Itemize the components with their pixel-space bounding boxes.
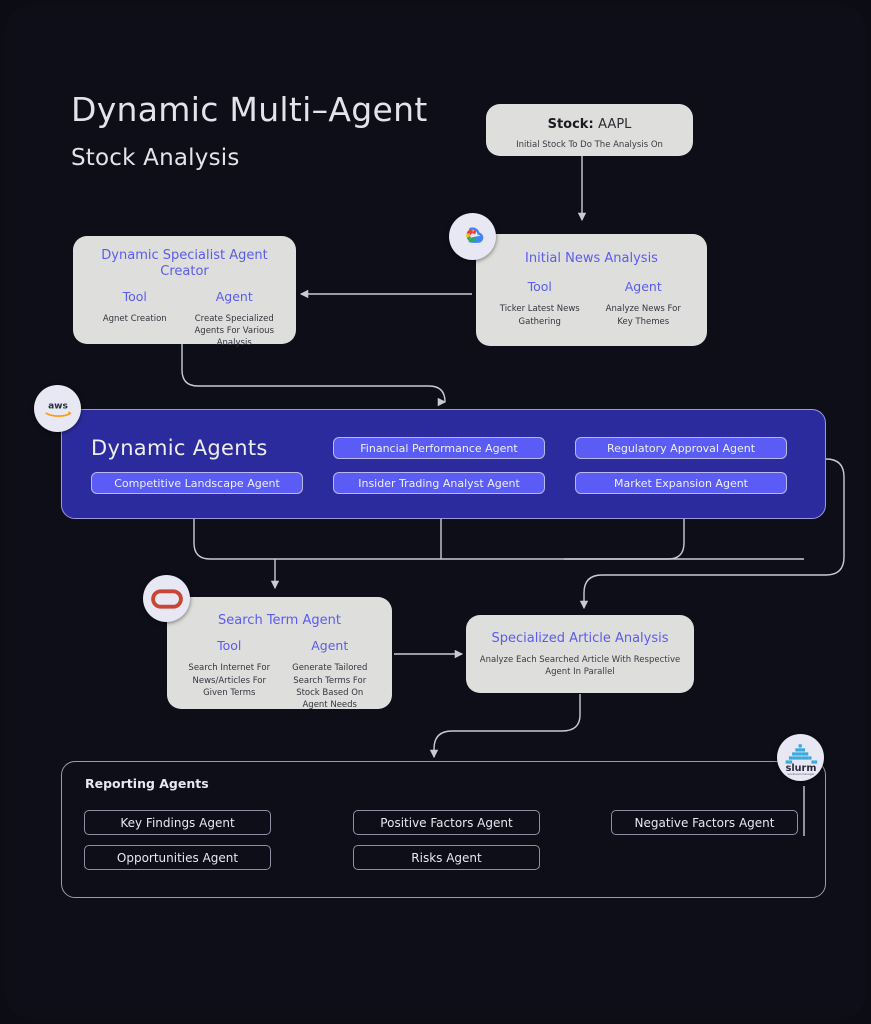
initial-news-tool-column: Tool Ticker Latest News Gathering [488,279,592,328]
agent-pill-market-expansion[interactable]: Market Expansion Agent [575,472,787,494]
agent-pill-regulatory-approval[interactable]: Regulatory Approval Agent [575,437,787,459]
diagram-canvas: Dynamic Multi–Agent Stock Analysis Stock… [4,4,867,1020]
specialized-article-card-title: Specialized Article Analysis [491,631,669,646]
tool-heading: Tool [527,279,552,295]
agent-pill-financial-performance[interactable]: Financial Performance Agent [333,437,545,459]
connector-article-to-reporting [429,694,581,759]
title-line-1: Dynamic Multi–Agent [71,90,428,129]
connector-specialist-to-agents [181,343,450,404]
search-term-agent-column: Agent Generate Tailored Search Terms For… [280,638,381,711]
svg-text:aws: aws [48,401,68,411]
search-term-tool-column: Tool Search Internet For News/Articles F… [179,638,280,711]
stock-card-subtitle: Initial Stock To Do The Analysis On [516,140,663,151]
reporting-agents-title: Reporting Agents [85,776,209,791]
dynamic-agents-panel: Dynamic Agents Competitive Landscape Age… [61,409,826,519]
tool-heading: Tool [122,288,147,304]
agent-description: Generate Tailored Search Terms For Stock… [292,663,368,711]
dynamic-specialist-agent-creator-card[interactable]: Dynamic Specialist Agent Creator Tool Ag… [73,236,296,348]
tool-description: Search Internet For News/Articles For Gi… [188,663,271,698]
google-cloud-glyph [466,227,484,243]
specialized-article-card-subtitle: Analyze Each Searched Article With Respe… [479,655,681,677]
report-pill-opportunities[interactable]: Opportunities Agent [84,845,271,870]
reporting-agents-panel: Reporting Agents Key Findings Agent Posi… [61,761,826,898]
aws-icon: aws [34,385,81,432]
connector-agents-bus-left [193,515,804,560]
tool-description: Agnet Creation [102,313,167,324]
report-pill-key-findings[interactable]: Key Findings Agent [84,810,271,835]
tool-heading: Tool [217,638,242,654]
aws-glyph: aws [44,401,71,417]
agent-heading: Agent [215,288,253,304]
stock-ticker: AAPL [598,117,632,132]
search-term-agent-card[interactable]: Search Term Agent Tool Search Internet F… [167,597,392,711]
report-pill-risks[interactable]: Risks Agent [353,845,540,870]
initial-news-analysis-card[interactable]: Initial News Analysis Tool Ticker Latest… [476,234,707,346]
report-pill-negative-factors[interactable]: Negative Factors Agent [611,810,798,835]
svg-text:workload manager: workload manager [787,771,815,775]
agent-heading: Agent [311,638,349,654]
search-term-card-title: Search Term Agent [218,613,341,628]
stock-label: Stock: [547,117,594,132]
oracle-icon [143,575,190,622]
agent-description: Analyze News For Key Themes [605,304,681,327]
connector-agents-bus-right [564,515,685,560]
slurm-glyph: slurm workload manager [785,743,817,775]
stock-card[interactable]: Stock: AAPL Initial Stock To Do The Anal… [486,104,693,156]
dynamic-agents-title: Dynamic Agents [91,436,268,460]
oracle-glyph [150,588,183,609]
tool-description: Ticker Latest News Gathering [499,304,580,327]
slurm-icon: slurm workload manager [777,734,824,781]
report-pill-positive-factors[interactable]: Positive Factors Agent [353,810,540,835]
agent-heading: Agent [624,279,662,295]
specialist-tool-column: Tool Agnet Creation [85,289,185,350]
title-line-2: Stock Analysis [71,145,240,172]
specialist-agent-column: Agent Create Specialized Agents For Vari… [185,289,285,350]
page-title: Dynamic Multi–Agent Stock Analysis [71,90,491,172]
specialized-article-analysis-card[interactable]: Specialized Article Analysis Analyze Eac… [466,615,694,693]
initial-news-card-title: Initial News Analysis [525,251,658,266]
agent-description: Create Specialized Agents For Various An… [194,313,274,349]
agent-pill-competitive-landscape[interactable]: Competitive Landscape Agent [91,472,303,494]
google-cloud-icon [449,213,496,260]
stock-card-title: Stock: AAPL [498,117,681,133]
initial-news-agent-column: Agent Analyze News For Key Themes [592,279,696,328]
specialist-card-title: Dynamic Specialist Agent Creator [101,248,268,280]
agent-pill-insider-trading-analyst[interactable]: Insider Trading Analyst Agent [333,472,545,494]
